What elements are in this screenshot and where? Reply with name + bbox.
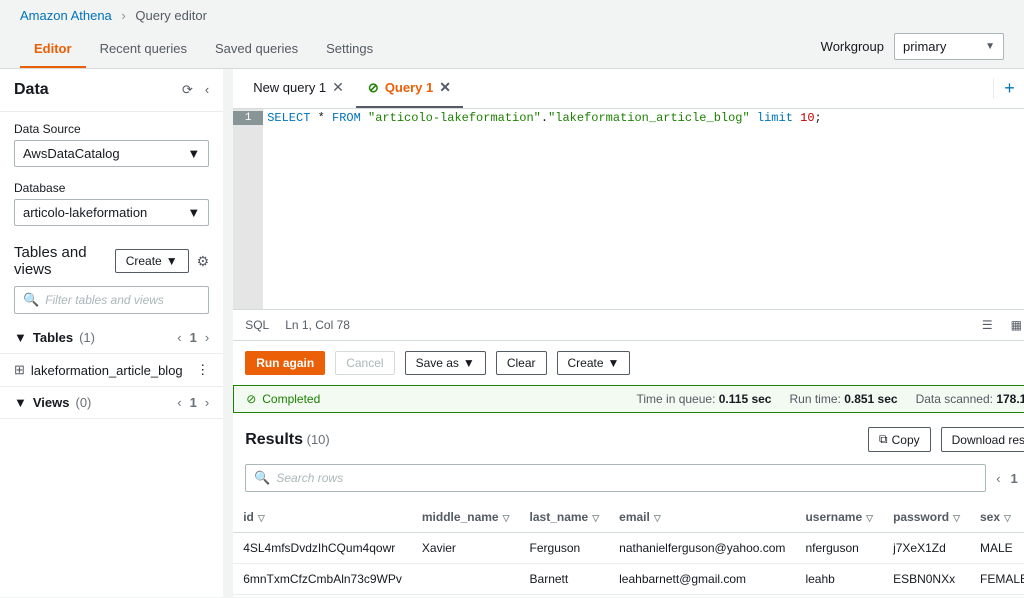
cancel-button: Cancel — [335, 351, 394, 375]
table-name: lakeformation_article_blog — [31, 363, 183, 378]
col-user[interactable]: username▽ — [795, 502, 883, 533]
more-icon[interactable]: ⋮ — [196, 362, 209, 378]
caret-down-icon: ▼ — [463, 356, 475, 370]
query-tab-1[interactable]: New query 1 ✕ — [241, 69, 356, 108]
datasource-value: AwsDataCatalog — [23, 146, 120, 161]
caret-down-icon: ▼ — [187, 205, 200, 220]
run-again-button[interactable]: Run again — [245, 351, 325, 375]
chevron-left-icon[interactable]: ‹ — [177, 395, 181, 410]
workgroup-value: primary — [903, 39, 946, 54]
caret-down-icon: ▼ — [187, 146, 200, 161]
results-table: id▽ middle_name▽ last_name▽ email▽ usern… — [233, 502, 1024, 595]
table-row[interactable]: 6mnTxmCfzCmbAln73c9WPvBarnettleahbarnett… — [233, 564, 1024, 595]
close-icon[interactable]: ✕ — [439, 79, 451, 96]
caret-down-icon: ▼ — [985, 41, 995, 52]
tab-recent-queries[interactable]: Recent queries — [86, 31, 201, 68]
create-button[interactable]: Create ▼ — [557, 351, 631, 375]
refresh-icon[interactable]: ⟳ — [182, 82, 193, 98]
download-results-button[interactable]: Download results — [941, 427, 1024, 452]
sort-icon: ▽ — [953, 513, 960, 523]
editor-panel: New query 1 ✕ ⊘ Query 1 ✕ + ▼ 1 SELECT *… — [233, 69, 1024, 597]
search-icon: 🔍 — [254, 470, 270, 486]
page-number: 1 — [1011, 471, 1018, 486]
sidebar-title: Data — [14, 81, 49, 99]
add-tab-icon[interactable]: + — [993, 78, 1024, 99]
sort-icon: ▽ — [866, 513, 873, 523]
clear-button[interactable]: Clear — [496, 351, 547, 375]
format-icon[interactable]: ☰ — [978, 316, 997, 334]
status-text: Completed — [262, 392, 320, 406]
table-row[interactable]: 4SL4mfsDvdzIhCQum4qowrXavierFergusonnath… — [233, 533, 1024, 564]
tab-settings[interactable]: Settings — [312, 31, 387, 68]
cursor-position: Ln 1, Col 78 — [285, 318, 350, 332]
sort-icon: ▽ — [1004, 513, 1011, 523]
copy-icon: ⧉ — [879, 432, 888, 447]
caret-down-icon: ▼ — [14, 395, 27, 410]
breadcrumb-current: Query editor — [135, 8, 207, 23]
datasource-select[interactable]: AwsDataCatalog ▼ — [14, 140, 209, 167]
database-value: articolo-lakeformation — [23, 205, 147, 220]
tab-editor[interactable]: Editor — [20, 31, 86, 68]
status-banner: ⊘ Completed Time in queue: 0.115 sec Run… — [233, 385, 1024, 413]
search-icon: 🔍 — [23, 292, 39, 308]
sql-editor[interactable]: 1 SELECT * FROM "articolo-lakeformation"… — [233, 109, 1024, 309]
search-rows-field[interactable] — [276, 471, 977, 485]
col-middle[interactable]: middle_name▽ — [412, 502, 520, 533]
views-section[interactable]: ▼ Views (0) ‹ 1 › — [0, 387, 223, 419]
chevron-left-icon[interactable]: ‹ — [177, 330, 181, 345]
create-button[interactable]: Create ▼ — [115, 249, 189, 273]
language-indicator: SQL — [245, 318, 269, 332]
caret-down-icon: ▼ — [608, 356, 620, 370]
expand-icon[interactable]: ⊞ — [14, 362, 25, 378]
filter-tables-input[interactable]: 🔍 — [14, 286, 209, 314]
query-tab-2[interactable]: ⊘ Query 1 ✕ — [356, 69, 463, 108]
copy-button[interactable]: ⧉ Copy — [868, 427, 931, 452]
breadcrumb-root[interactable]: Amazon Athena — [20, 8, 112, 23]
save-as-button[interactable]: Save as ▼ — [405, 351, 486, 375]
chevron-left-icon[interactable]: ‹ — [996, 471, 1000, 486]
col-id[interactable]: id▽ — [233, 502, 412, 533]
table-row[interactable]: ⊞ lakeformation_article_blog ⋮ — [0, 354, 223, 387]
filter-tables-field[interactable] — [45, 293, 200, 307]
datasource-label: Data Source — [14, 122, 209, 136]
col-email[interactable]: email▽ — [609, 502, 795, 533]
database-label: Database — [14, 181, 209, 195]
col-pass[interactable]: password▽ — [883, 502, 970, 533]
chevron-right-icon: › — [121, 8, 125, 23]
results-title: Results — [245, 431, 303, 448]
caret-down-icon: ▼ — [166, 254, 178, 268]
sort-icon: ▽ — [654, 513, 661, 523]
check-circle-icon: ⊘ — [246, 392, 256, 406]
check-circle-icon: ⊘ — [368, 80, 379, 96]
sort-icon: ▽ — [592, 513, 599, 523]
main-tabs: Editor Recent queries Saved queries Sett… — [0, 31, 1024, 69]
close-icon[interactable]: ✕ — [332, 79, 344, 96]
gear-icon[interactable]: ⚙ — [197, 253, 210, 270]
collapse-icon[interactable]: ‹ — [205, 82, 209, 98]
caret-down-icon: ▼ — [14, 330, 27, 345]
workgroup-select[interactable]: primary ▼ — [894, 33, 1004, 60]
sort-icon: ▽ — [503, 513, 510, 523]
chevron-right-icon[interactable]: › — [205, 330, 209, 345]
search-rows-input[interactable]: 🔍 — [245, 464, 986, 492]
breadcrumb: Amazon Athena › Query editor — [0, 0, 1024, 31]
tables-views-title: Tables and views — [14, 244, 115, 278]
tab-saved-queries[interactable]: Saved queries — [201, 31, 312, 68]
sort-icon: ▽ — [258, 513, 265, 523]
tables-section[interactable]: ▼ Tables (1) ‹ 1 › — [0, 322, 223, 354]
chevron-right-icon[interactable]: › — [205, 395, 209, 410]
results-count: (10) — [307, 432, 330, 447]
sidebar: Data ⟳ ‹ Data Source AwsDataCatalog ▼ Da… — [0, 69, 223, 597]
line-number: 1 — [233, 111, 263, 125]
layout-icon[interactable]: ▦ — [1007, 316, 1024, 334]
col-sex[interactable]: sex▽ — [970, 502, 1024, 533]
workgroup-label: Workgroup — [821, 39, 884, 54]
col-last[interactable]: last_name▽ — [520, 502, 610, 533]
database-select[interactable]: articolo-lakeformation ▼ — [14, 199, 209, 226]
